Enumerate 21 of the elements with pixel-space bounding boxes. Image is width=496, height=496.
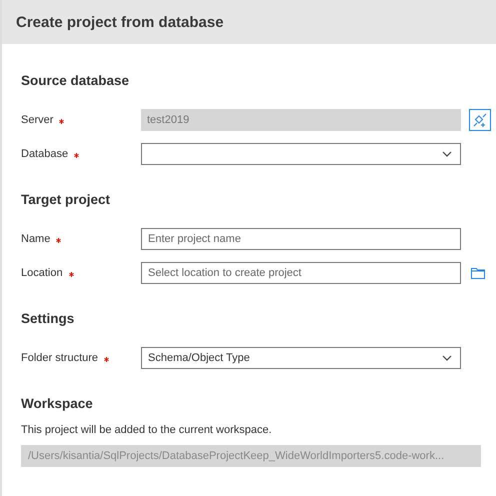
- dropdown[interactable]: [141, 143, 461, 165]
- field-label: Server: [21, 114, 54, 126]
- field-label: Location: [21, 267, 63, 279]
- dropdown[interactable]: Schema/Object Type: [141, 347, 461, 369]
- chevron-icon: [442, 151, 452, 157]
- text-field[interactable]: Select location to create project: [141, 262, 461, 284]
- field-label: Folder structure: [21, 352, 98, 364]
- connect-button[interactable]: [469, 109, 491, 131]
- section-title: Settings: [21, 310, 76, 328]
- field-label: Name: [21, 233, 50, 245]
- plug-icon: [473, 113, 487, 127]
- workspace-path-field: /Users/kisantia/SqlProjects/DatabaseProjectKeep_WideWorldImporters5.code-work...: [21, 445, 481, 467]
- folder-icon[interactable]: [471, 268, 485, 278]
- dialog-title: Create project from database: [16, 14, 224, 30]
- workspace-description: This project will be added to the current workspace.: [21, 423, 273, 437]
- text-field[interactable]: Enter project name: [141, 228, 461, 250]
- section-title: Target project: [21, 191, 112, 209]
- section-title: Source database: [21, 72, 130, 90]
- field-label: Database: [21, 148, 68, 160]
- chevron-icon: [442, 355, 452, 361]
- section-title: Workspace: [21, 395, 94, 413]
